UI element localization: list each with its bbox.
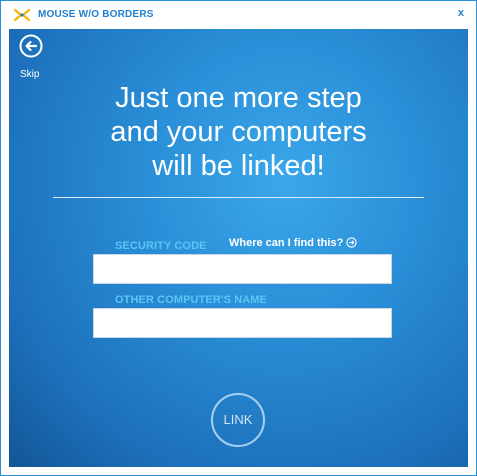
headline-line-2: and your computers <box>110 116 367 148</box>
close-button[interactable]: x <box>458 7 464 19</box>
security-code-input[interactable] <box>93 254 392 284</box>
other-computer-name-label: OTHER COMPUTER'S NAME <box>115 294 267 306</box>
divider <box>53 197 424 198</box>
app-window: MOUSE W/O BORDERS x Skip Just one more s… <box>0 0 477 476</box>
arrow-circle-icon[interactable] <box>346 237 357 248</box>
headline-line-3: will be linked! <box>152 150 325 182</box>
link-button[interactable]: LINK <box>211 393 265 447</box>
help-link-text[interactable]: Where can I find this? <box>229 237 343 249</box>
headline-line-1: Just one more step <box>115 82 362 114</box>
title-bar[interactable]: MOUSE W/O BORDERS x <box>1 1 476 29</box>
skip-link[interactable]: Skip <box>20 69 39 80</box>
page-headline: Just one more step and your computers wi… <box>9 81 468 183</box>
back-arrow-icon[interactable] <box>19 34 43 58</box>
other-computer-name-input[interactable] <box>93 308 392 338</box>
help-link[interactable]: Where can I find this? <box>229 237 357 249</box>
main-panel: Skip Just one more step and your compute… <box>9 29 468 467</box>
app-logo-icon <box>13 8 31 22</box>
window-title: MOUSE W/O BORDERS <box>38 9 154 20</box>
security-code-label: SECURITY CODE <box>115 240 207 252</box>
